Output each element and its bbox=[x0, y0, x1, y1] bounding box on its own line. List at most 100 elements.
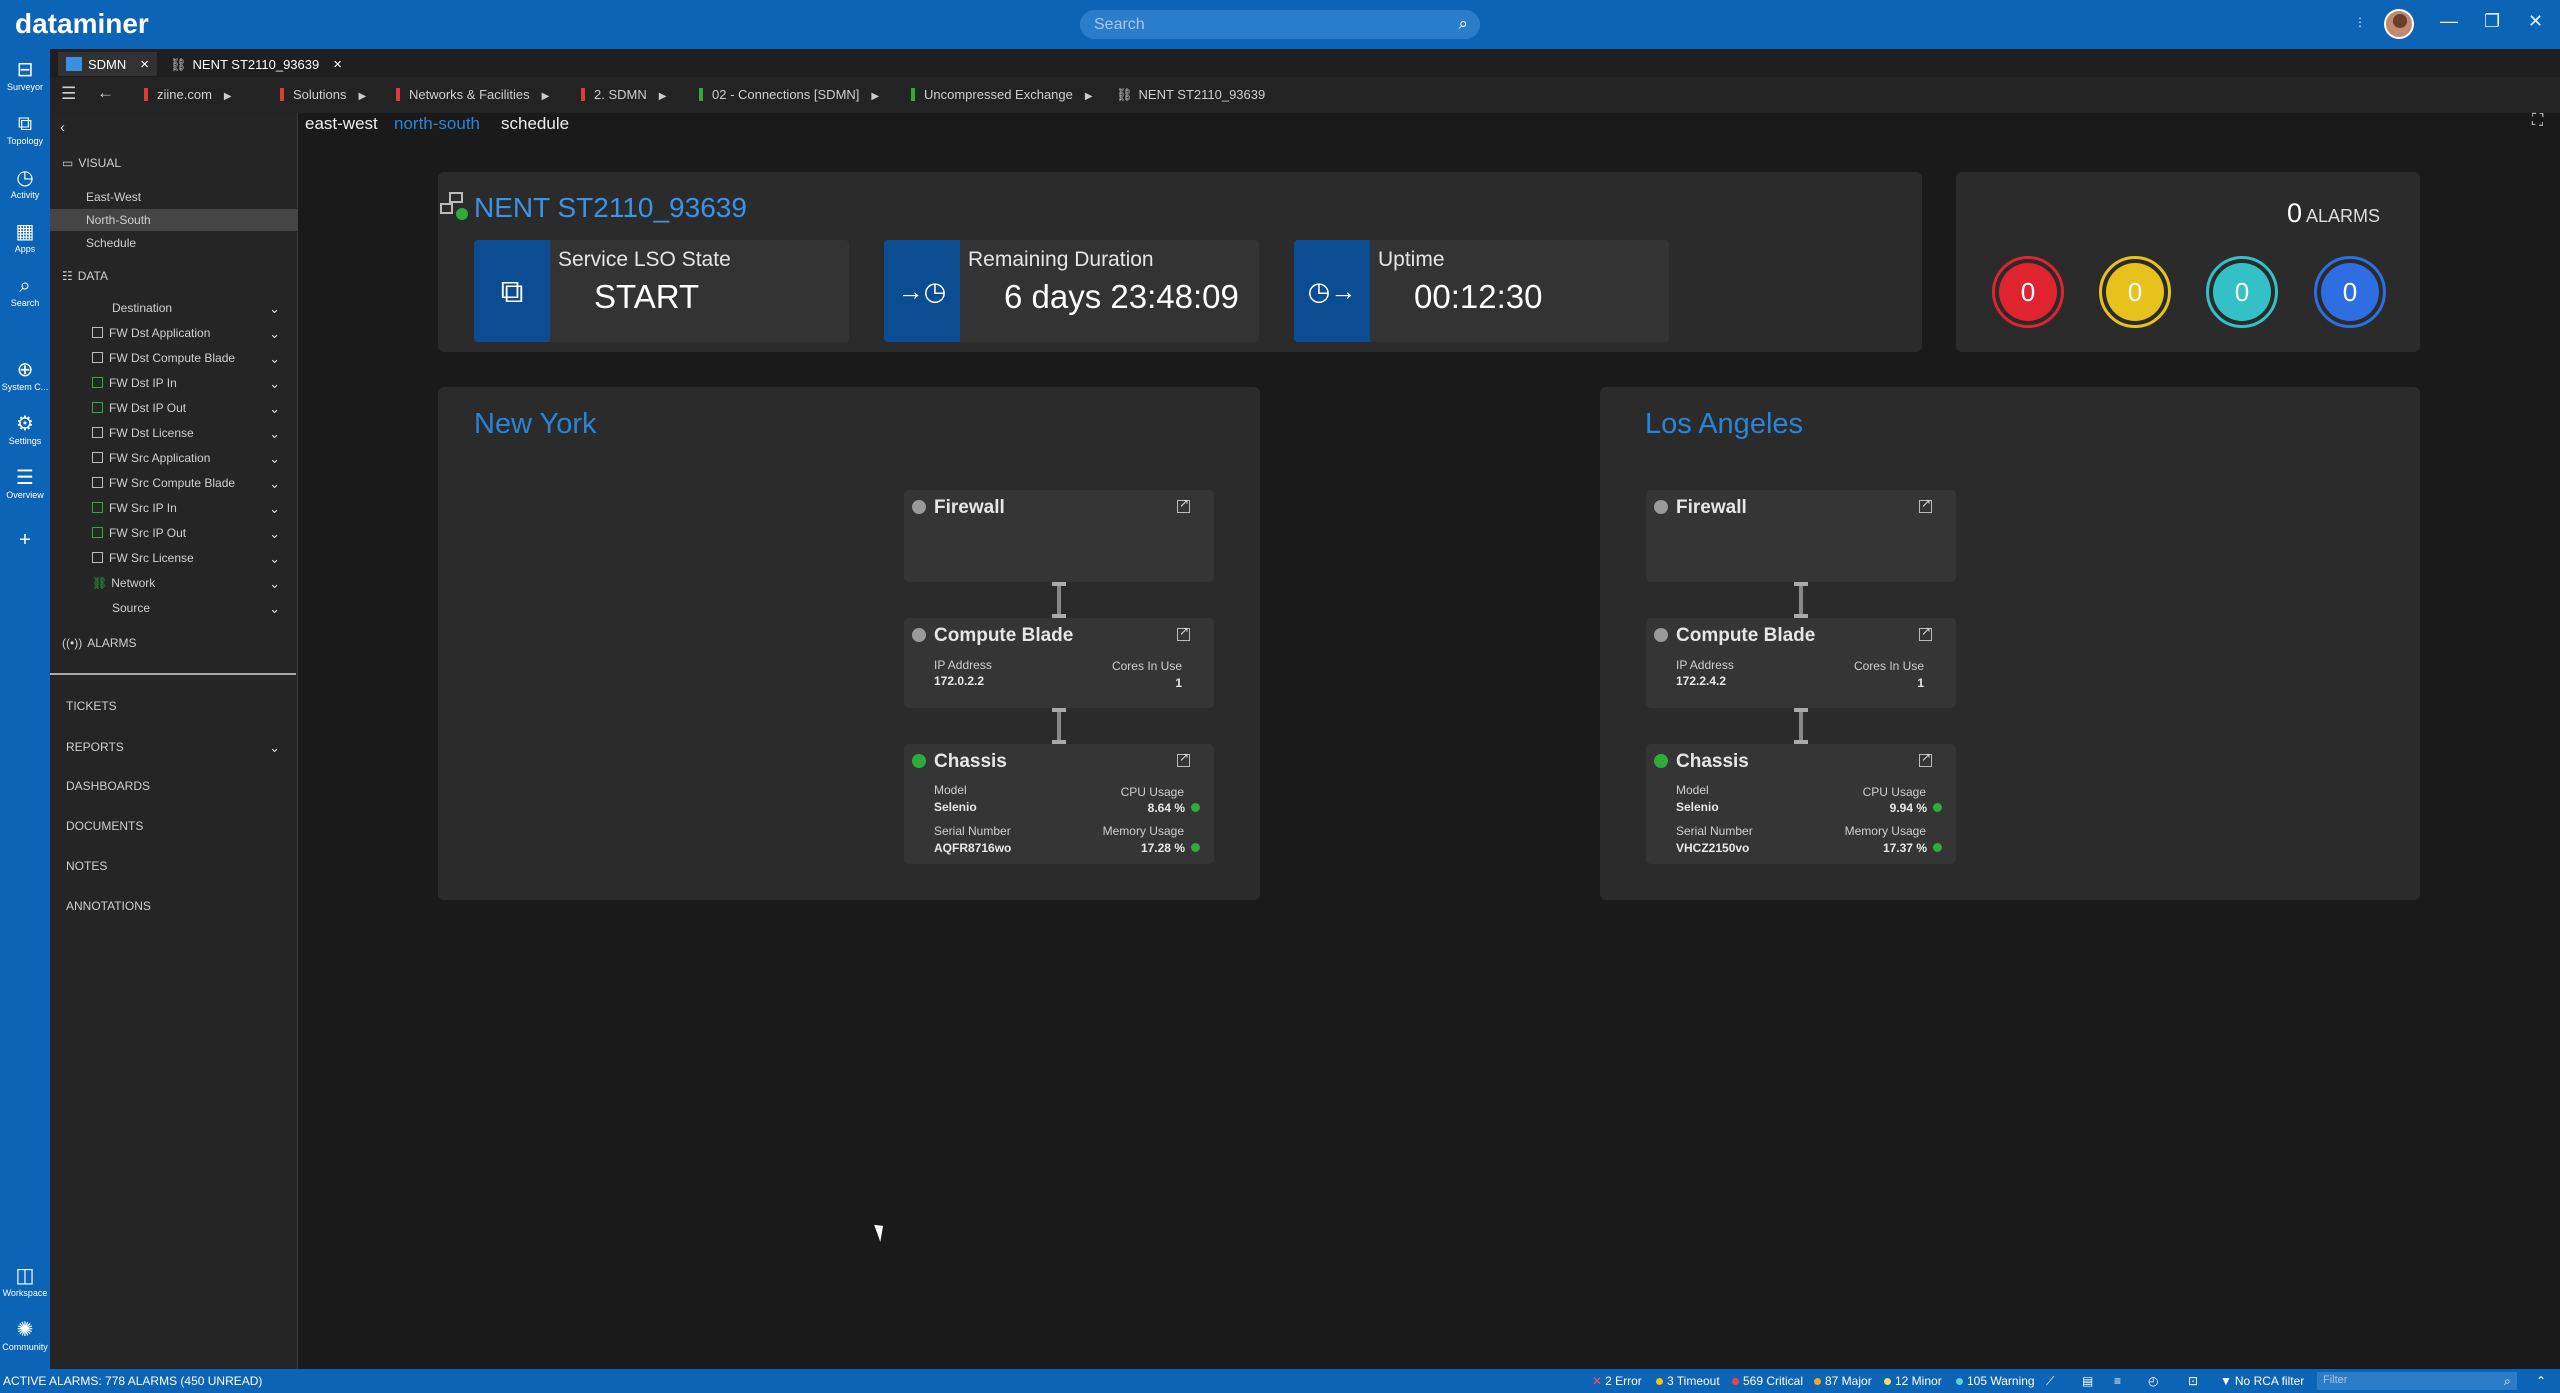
chevron-down-icon[interactable]: ⌄ bbox=[269, 476, 280, 492]
sidebar-item-north-south[interactable]: North-South bbox=[50, 209, 298, 231]
active-alarms-summary[interactable]: ACTIVE ALARMS: 778 ALARMS (450 UNREAD) bbox=[3, 1374, 262, 1388]
sidebar-item-schedule[interactable]: Schedule bbox=[50, 233, 298, 255]
sidebar-item-documents[interactable]: DOCUMENTS bbox=[50, 819, 298, 833]
nav-search[interactable]: ⌕ Search bbox=[0, 275, 50, 308]
nav-community[interactable]: ✺ Community bbox=[0, 1319, 50, 1352]
sidebar-item-east-west[interactable]: East-West bbox=[50, 187, 298, 209]
sidebar-item-data[interactable]: FW Dst Compute Blade ⌄ bbox=[50, 351, 298, 366]
service-title[interactable]: NENT ST2110_93639 bbox=[474, 192, 747, 224]
sidebar-item-dashboards[interactable]: DASHBOARDS bbox=[50, 779, 298, 793]
nav-overview[interactable]: ☰ Overview bbox=[0, 467, 50, 500]
sidebar-item-data[interactable]: FW Src IP In ⌄ bbox=[50, 501, 298, 517]
restore-icon[interactable]: ❐ bbox=[2484, 11, 2500, 32]
compute-blade-node[interactable]: Compute Blade IP Address 172.0.2.2 Cores… bbox=[904, 618, 1214, 708]
sidebar-item-data[interactable]: FW Dst IP In ⌄ bbox=[50, 376, 298, 392]
sidebar-item-tickets[interactable]: TICKETS bbox=[50, 699, 298, 713]
open-external-icon[interactable] bbox=[1919, 496, 1932, 513]
sidebar-item-data[interactable]: FW Src License ⌄ bbox=[50, 551, 298, 567]
breadcrumb-item[interactable]: Solutions ▶ bbox=[280, 87, 366, 102]
open-external-icon[interactable] bbox=[1177, 750, 1190, 767]
chevron-down-icon[interactable]: ⌄ bbox=[269, 301, 280, 317]
more-menu-icon[interactable]: ⋮ bbox=[2354, 15, 2366, 29]
global-search-input[interactable]: Search ⌕ bbox=[1080, 10, 1480, 39]
nav-activity[interactable]: ◷ Activity bbox=[0, 167, 50, 200]
major-count[interactable]: 87 Major bbox=[1814, 1374, 1872, 1388]
sidebar-item-data[interactable]: FW Dst Application ⌄ bbox=[50, 326, 298, 342]
sidebar-item-source[interactable]: Source ⌄ bbox=[50, 601, 298, 617]
warning-alarm-bubble[interactable]: 0 bbox=[2314, 256, 2386, 328]
minimize-icon[interactable]: — bbox=[2440, 11, 2458, 32]
chevron-down-icon[interactable]: ⌄ bbox=[269, 551, 280, 567]
collapse-sidebar-icon[interactable]: ‹ bbox=[60, 119, 308, 136]
user-avatar[interactable] bbox=[2384, 9, 2414, 39]
sidebar-item-data[interactable]: FW Src Application ⌄ bbox=[50, 451, 298, 467]
timeout-count[interactable]: 3 Timeout bbox=[1656, 1374, 1720, 1388]
chevron-down-icon[interactable]: ⌄ bbox=[269, 376, 280, 392]
sidebar-item-annotations[interactable]: ANNOTATIONS bbox=[50, 899, 298, 913]
error-count[interactable]: ✕ 2 Error bbox=[1592, 1374, 1642, 1388]
chevron-down-icon[interactable]: ⌄ bbox=[269, 426, 280, 442]
sidebar-item-network[interactable]: ⛓ Network ⌄ bbox=[50, 576, 298, 592]
tab-service[interactable]: ⛓ NENT ST2110_93639 × bbox=[162, 52, 350, 76]
chevron-up-icon[interactable]: ⌃ bbox=[2536, 1374, 2546, 1388]
sidebar-item-reports[interactable]: REPORTS ⌄ bbox=[50, 740, 298, 756]
chevron-down-icon[interactable]: ⌄ bbox=[269, 526, 280, 542]
nav-workspace[interactable]: ◫ Workspace bbox=[0, 1265, 50, 1298]
sidebar-section-alarms[interactable]: ((•)) ALARMS bbox=[62, 636, 310, 650]
chevron-down-icon[interactable]: ⌄ bbox=[269, 451, 280, 467]
sort-icon[interactable]: ≡ bbox=[2114, 1374, 2121, 1388]
chassis-node[interactable]: Chassis Model Selenio Serial Number AQFR… bbox=[904, 744, 1214, 864]
breadcrumb-item[interactable]: 2. SDMN ▶ bbox=[581, 87, 666, 102]
open-external-icon[interactable] bbox=[1177, 496, 1190, 513]
breadcrumb-item[interactable]: Networks & Facilities ▶ bbox=[396, 87, 549, 102]
minor-count[interactable]: 12 Minor bbox=[1884, 1374, 1942, 1388]
breadcrumb-item[interactable]: 02 - Connections [SDMN] ▶ bbox=[699, 87, 879, 102]
chevron-down-icon[interactable]: ⌄ bbox=[269, 501, 280, 517]
close-tab-icon[interactable]: × bbox=[140, 56, 149, 73]
history-icon[interactable]: ◴ bbox=[2148, 1374, 2158, 1388]
focus-icon[interactable]: ⊡ bbox=[2188, 1374, 2198, 1388]
firewall-node[interactable]: Firewall bbox=[904, 490, 1214, 582]
tab-east-west[interactable]: east-west bbox=[305, 114, 378, 134]
sidebar-item-data[interactable]: FW Src IP Out ⌄ bbox=[50, 526, 298, 542]
fullscreen-icon[interactable]: ⛶ bbox=[2532, 112, 2543, 130]
critical-count[interactable]: 569 Critical bbox=[1732, 1374, 1803, 1388]
search-icon[interactable]: ⌕ bbox=[1458, 14, 1468, 34]
nav-system-center[interactable]: ⊕ System C... bbox=[0, 359, 50, 392]
major-alarm-bubble[interactable]: 0 bbox=[2099, 256, 2171, 328]
chevron-down-icon[interactable]: ⌄ bbox=[269, 576, 280, 592]
nav-settings[interactable]: ⚙ Settings bbox=[0, 413, 50, 446]
open-external-icon[interactable] bbox=[1177, 624, 1190, 641]
sidebar-section-data[interactable]: ☷ DATA bbox=[62, 269, 310, 283]
breadcrumb-item[interactable]: Uncompressed Exchange ▶ bbox=[911, 87, 1093, 102]
sidebar-item-data[interactable]: FW Dst License ⌄ bbox=[50, 426, 298, 442]
chevron-down-icon[interactable]: ⌄ bbox=[269, 740, 280, 756]
open-external-icon[interactable] bbox=[1919, 624, 1932, 641]
back-arrow-icon[interactable]: ← bbox=[97, 83, 114, 103]
chevron-down-icon[interactable]: ⌄ bbox=[269, 401, 280, 417]
tab-sdmn[interactable]: SDMN × bbox=[58, 52, 158, 76]
critical-alarm-bubble[interactable]: 0 bbox=[1992, 256, 2064, 328]
nav-apps[interactable]: ▦ Apps bbox=[0, 221, 50, 254]
search-icon[interactable]: ⌕ bbox=[2504, 1374, 2511, 1389]
nav-add[interactable]: + bbox=[0, 529, 50, 551]
chassis-node[interactable]: Chassis Model Selenio Serial Number VHCZ… bbox=[1646, 744, 1956, 864]
chevron-down-icon[interactable]: ⌄ bbox=[269, 601, 280, 617]
sidebar-item-data[interactable]: FW Dst IP Out ⌄ bbox=[50, 401, 298, 417]
close-tab-icon[interactable]: × bbox=[333, 56, 342, 73]
alarm-filter-input[interactable]: Filter bbox=[2317, 1372, 2517, 1390]
sidebar-item-notes[interactable]: NOTES bbox=[50, 859, 298, 873]
alarm-count[interactable]: 0 ALARMS bbox=[2287, 198, 2380, 229]
trend-icon[interactable]: ⟋ bbox=[2046, 1374, 2054, 1389]
sidebar-item-data[interactable]: FW Src Compute Blade ⌄ bbox=[50, 476, 298, 492]
breadcrumb-item[interactable]: ziine.com ▶ bbox=[144, 87, 232, 102]
breadcrumb-item[interactable]: ⛓ NENT ST2110_93639 bbox=[1116, 87, 1265, 103]
firewall-node[interactable]: Firewall bbox=[1646, 490, 1956, 582]
chevron-down-icon[interactable]: ⌄ bbox=[269, 326, 280, 342]
minor-alarm-bubble[interactable]: 0 bbox=[2206, 256, 2278, 328]
list-view-icon[interactable]: ▤ bbox=[2082, 1374, 2093, 1388]
rca-filter[interactable]: ▼ No RCA filter bbox=[2220, 1374, 2304, 1388]
warning-count[interactable]: 105 Warning bbox=[1956, 1374, 2035, 1388]
nav-topology[interactable]: ⧉ Topology bbox=[0, 113, 50, 146]
sidebar-item-destination[interactable]: Destination ⌄ bbox=[50, 301, 298, 317]
